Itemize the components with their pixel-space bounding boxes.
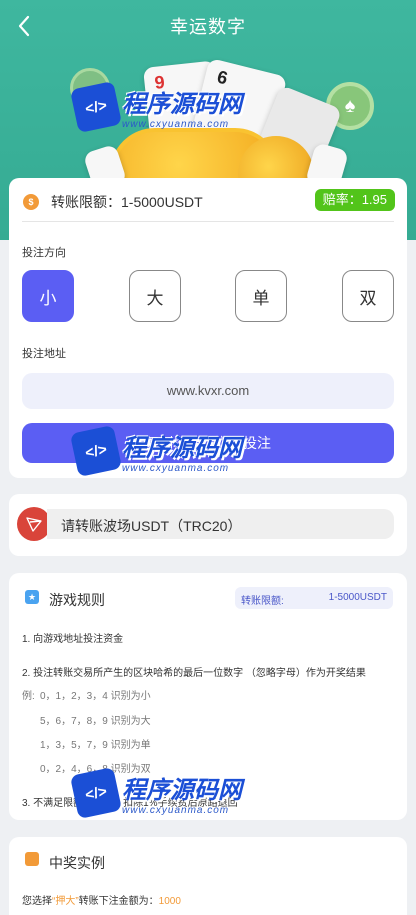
transfer-text: 请转账波场USDT（TRC20） [61,518,242,534]
option-small[interactable]: 小 [22,270,74,322]
option-label: 双 [359,288,377,308]
example-4: 0，2，4，6，8 识别为双 [40,764,151,775]
rule-1: 1. 向游戏地址投注资金 [22,634,124,645]
bet-card: $ 转账限额：1-5000USDT 赔率：1.95 投注方向 小 大 单 双 投… [9,178,407,478]
example-prefix: 您选择 [22,896,52,907]
limit-badge: 转账限额: 1-5000USDT [235,587,393,609]
example-line: 您选择“押大”转账下注金额为：1000 [22,892,181,907]
rules-card: ★ 游戏规则 转账限额: 1-5000USDT 1. 向游戏地址投注资金 2. … [9,573,407,820]
example-3: 1，3，5，7，9 识别为单 [40,740,151,751]
limit-label: 转账限额：1-5000USDT [51,194,203,210]
example-title: 中奖实例 [49,855,105,871]
divider [22,221,394,222]
coin-illustration [70,68,110,108]
back-button[interactable] [10,12,38,40]
rule-2: 2. 投注转账交易所产生的区块哈希的最后一位数字 （忽略字母）作为开奖结果 [22,668,366,679]
limit-badge-label: 转账限额: [241,596,284,607]
bet-direction-label: 投注方向 [22,247,66,259]
example-2: 5，6，7，8，9 识别为大 [40,716,151,727]
example-1: 0，1，2，3，4 识别为小 [40,691,151,702]
option-big[interactable]: 大 [129,270,181,322]
chevron-left-icon [18,15,30,37]
example-amount: 1000 [158,896,181,907]
tron-icon [17,507,51,541]
example-label: 例: [22,691,35,702]
limit-badge-value: 1-5000USDT [328,592,387,603]
page-title: 幸运数字 [170,17,246,37]
option-odd[interactable]: 单 [235,270,287,322]
rules-icon: ★ [25,590,39,604]
example-card: 中奖实例 您选择“押大”转账下注金额为：1000 [9,837,407,915]
bet-address-label: 投注地址 [22,348,66,360]
rules-title: 游戏规则 [49,592,105,608]
copy-bet-button[interactable]: 复制地址，立即投注 [22,423,394,463]
example-middle: 转账下注金额为： [78,896,159,907]
odds-badge: 赔率：1.95 [314,189,395,211]
option-label: 单 [252,288,270,308]
option-label: 小 [39,288,57,308]
transfer-card: 请转账波场USDT（TRC20） [9,494,407,556]
navigation-bar: 幸运数字 [0,0,416,52]
rule-3: 3. 不满足限额的投注，扣除1%手续费后原路退回 [22,798,238,809]
gift-icon [25,852,39,866]
option-even[interactable]: 双 [342,270,394,322]
option-label: 大 [146,288,164,308]
example-choice: “押大” [52,896,79,907]
address-field[interactable]: www.kvxr.com [22,373,394,409]
coin-icon: $ [23,194,39,210]
